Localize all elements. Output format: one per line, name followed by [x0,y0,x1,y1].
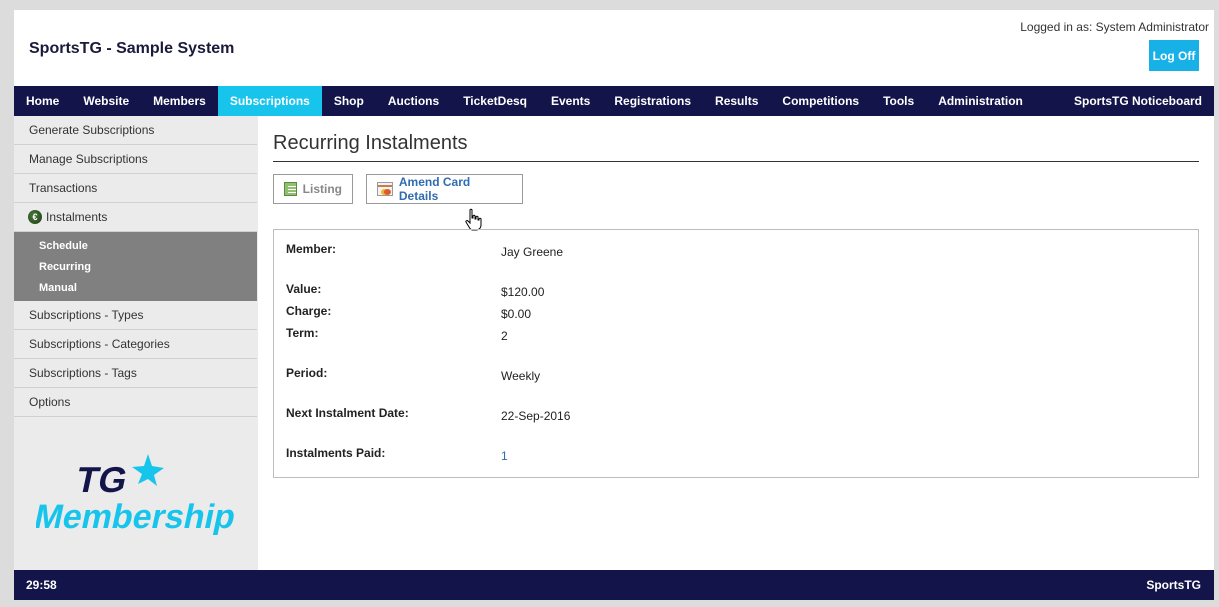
nav-competitions[interactable]: Competitions [770,86,871,116]
term-label: Term: [286,326,319,340]
sidebar-item-generate-subscriptions[interactable]: Generate Subscriptions [14,116,257,145]
list-icon [284,182,297,196]
amend-card-details-button[interactable]: Amend Card Details [366,174,523,204]
sidebar-item-subscriptions-categories[interactable]: Subscriptions - Categories [14,330,257,359]
nav-administration[interactable]: Administration [926,86,1035,116]
submenu-item-schedule[interactable]: Schedule [14,235,257,256]
header: SportsTG - Sample System Logged in as: S… [14,10,1214,86]
app-title: SportsTG - Sample System [29,40,235,57]
member-label: Member: [286,242,337,256]
instalments-paid-label: Instalments Paid: [286,446,386,460]
sidebar-item-instalments[interactable]: € Instalments [14,203,257,232]
nav-events[interactable]: Events [539,86,602,116]
sidebar-item-options[interactable]: Options [14,388,257,417]
footer: 29:58 SportsTG [14,570,1214,600]
nav-members[interactable]: Members [141,86,218,116]
nav-auctions[interactable]: Auctions [376,86,451,116]
next-instalment-value: 22-Sep-2016 [501,409,571,423]
credit-card-icon [377,182,393,196]
listing-button[interactable]: Listing [273,174,353,204]
period-label: Period: [286,366,328,380]
sidebar-item-subscriptions-types[interactable]: Subscriptions - Types [14,301,257,330]
star-icon [132,454,164,486]
nav-shop[interactable]: Shop [322,86,376,116]
instalment-details: Member: Jay Greene Value: $120.00 Charge… [273,229,1199,478]
charge-value: $0.00 [501,307,532,321]
sidebar-item-label: Instalments [46,210,108,224]
amend-label: Amend Card Details [398,175,471,203]
nav-home[interactable]: Home [14,86,71,116]
session-timer: 29:58 [26,578,57,592]
logo-line2: Membership [36,498,236,536]
main-content: Recurring Instalments Listing Amend Card… [258,116,1214,570]
nav-results[interactable]: Results [703,86,770,116]
submenu-item-manual[interactable]: Manual [14,277,257,298]
value-label: Value: [286,282,322,296]
listing-label: Listing [302,182,342,196]
nav-ticketdesq[interactable]: TicketDesq [451,86,539,116]
sidebar-item-subscriptions-tags[interactable]: Subscriptions - Tags [14,359,257,388]
term-value: 2 [501,329,508,343]
instalments-submenu: Schedule Recurring Manual [14,232,257,301]
logo-line1: TG [73,459,132,500]
tg-membership-logo: TG Membership [36,454,236,536]
sidebar-item-transactions[interactable]: Transactions [14,174,257,203]
submenu-item-recurring[interactable]: Recurring [14,256,257,277]
nav-subscriptions[interactable]: Subscriptions [217,86,322,116]
sidebar: Generate Subscriptions Manage Subscripti… [14,116,258,570]
nav-tools[interactable]: Tools [871,86,926,116]
next-instalment-label: Next Instalment Date: [286,406,409,420]
dollar-coin-icon: € [28,210,42,224]
nav-noticeboard[interactable]: SportsTG Noticeboard [1062,86,1214,116]
instalments-paid-value[interactable]: 1 [501,449,508,463]
nav-registrations[interactable]: Registrations [602,86,703,116]
logged-in-user: Logged in as: System Administrator [1020,20,1209,34]
value-value: $120.00 [501,285,545,299]
page-title: Recurring Instalments [273,132,1199,162]
app-frame: SportsTG - Sample System Logged in as: S… [14,10,1214,600]
nav-website[interactable]: Website [71,86,141,116]
footer-brand: SportsTG [1146,578,1201,592]
charge-label: Charge: [286,304,332,318]
main-nav: Home Website Members Subscriptions Shop … [14,86,1214,116]
member-value: Jay Greene [501,245,564,259]
sidebar-item-manage-subscriptions[interactable]: Manage Subscriptions [14,145,257,174]
period-value: Weekly [501,369,541,383]
logoff-button[interactable]: Log Off [1149,40,1199,71]
